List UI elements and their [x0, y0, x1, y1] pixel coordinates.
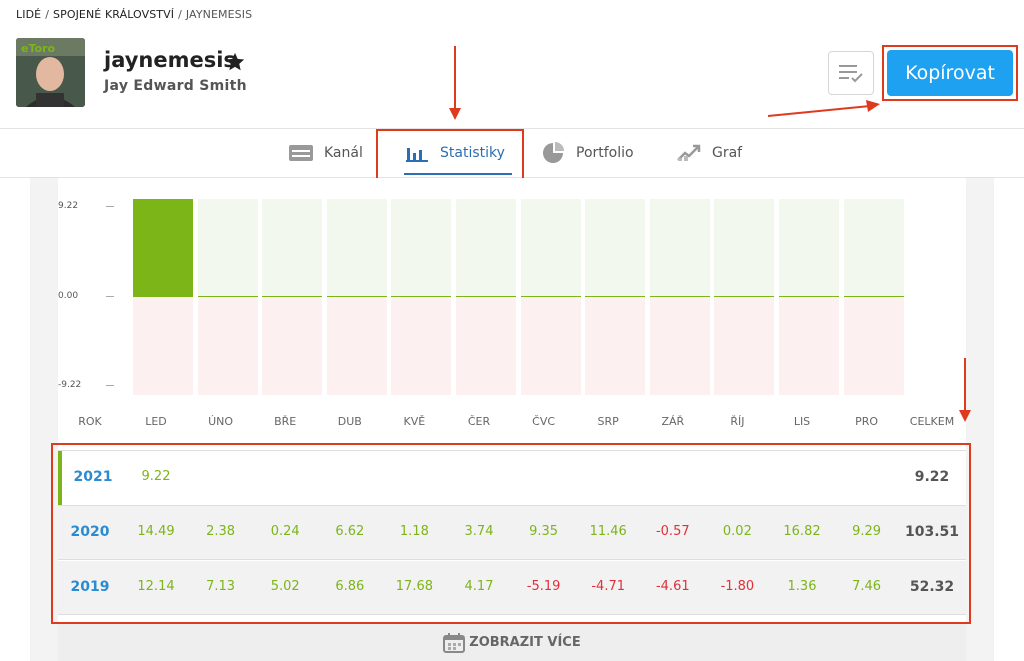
- list-check-icon: [839, 65, 863, 83]
- full-name: Jay Edward Smith: [104, 78, 247, 94]
- chart-negative-background: [779, 297, 839, 395]
- watchlist-button[interactable]: [828, 51, 874, 95]
- chart-positive-background: [197, 199, 258, 297]
- trend-chart-icon: [676, 143, 702, 163]
- chart-negative-background: [326, 297, 387, 395]
- month-column-header: ÚNO: [208, 415, 234, 428]
- chart-bar[interactable]: [262, 296, 323, 297]
- y-tick: [106, 206, 114, 207]
- copy-button[interactable]: Kopírovat: [887, 50, 1013, 96]
- chart-positive-background: [649, 199, 710, 297]
- chart-negative-background: [391, 297, 452, 395]
- chart-bar[interactable]: [714, 296, 775, 297]
- chart-negative-background: [843, 297, 904, 395]
- month-column-header: KVĚ: [403, 415, 426, 428]
- show-more-button[interactable]: ZOBRAZIT VÍCE: [58, 624, 966, 661]
- chart-positive-background: [714, 199, 775, 297]
- month-column-header: ČER: [467, 415, 491, 428]
- tab-feed[interactable]: Kanál: [288, 129, 363, 177]
- y-tick: [106, 296, 114, 297]
- page: LIDÉ / SPOJENÉ KRÁLOVSTVÍ / JAYNEMESIS eToro…: [0, 0, 1024, 661]
- chart-bar[interactable]: [197, 296, 258, 297]
- month-column-header: BŘE: [274, 415, 297, 428]
- calendar-icon: [443, 632, 466, 653]
- chart-positive-background: [326, 199, 387, 297]
- chart-bar[interactable]: [585, 296, 646, 297]
- y-tick-label-zero: 0.00: [58, 291, 79, 301]
- chart-negative-background: [262, 297, 323, 395]
- breadcrumb-separator: /: [45, 8, 50, 21]
- chart-negative-background: [585, 297, 646, 395]
- chart-bar[interactable]: [391, 296, 452, 297]
- tab-chart[interactable]: Graf: [676, 129, 742, 177]
- month-column-header: ŘÍJ: [730, 415, 745, 428]
- month-column-header: DUB: [337, 415, 362, 428]
- chart-negative-background: [714, 297, 775, 395]
- chart-negative-background: [456, 297, 516, 395]
- annotation-arrow-down-tab: [449, 46, 461, 120]
- month-column-header: ZÁŘ: [661, 415, 685, 428]
- chart-negative-background: [133, 297, 193, 395]
- pie-chart-icon: [540, 142, 566, 163]
- chart-bar[interactable]: [456, 296, 516, 297]
- tab-label: Portfolio: [576, 145, 634, 161]
- chart-bar[interactable]: [779, 296, 839, 297]
- month-column-header: LED: [145, 415, 167, 428]
- chart-bar[interactable]: [520, 296, 581, 297]
- y-tick: [106, 385, 114, 386]
- avatar-badge: eToro: [21, 42, 55, 55]
- chart-bar[interactable]: [133, 199, 193, 297]
- month-column-header: PRO: [855, 415, 879, 428]
- avatar-image: eToro: [16, 38, 85, 107]
- tab-label: Graf: [712, 145, 743, 161]
- breadcrumb-country[interactable]: SPOJENÉ KRÁLOVSTVÍ: [53, 8, 174, 21]
- tab-label: Kanál: [324, 145, 363, 161]
- chart-positive-background: [585, 199, 646, 297]
- breadcrumb-people[interactable]: LIDÉ: [16, 8, 41, 21]
- star-icon[interactable]: [224, 51, 246, 73]
- chart-bar[interactable]: [326, 296, 387, 297]
- tab-portfolio[interactable]: Portfolio: [540, 129, 634, 177]
- chart-negative-background: [649, 297, 710, 395]
- avatar: eToro: [16, 38, 85, 107]
- breadcrumb-separator: /: [178, 8, 182, 21]
- show-more-label: ZOBRAZIT VÍCE: [469, 635, 581, 650]
- table-highlight: [51, 443, 971, 624]
- chart-positive-background: [262, 199, 323, 297]
- month-column-header: ČVC: [532, 415, 556, 428]
- y-tick-label-top: 9.22: [58, 201, 79, 211]
- y-tick-label-bottom: -9.22: [58, 380, 82, 390]
- breadcrumb: LIDÉ / SPOJENÉ KRÁLOVSTVÍ / JAYNEMESIS: [16, 8, 252, 21]
- chart-bar[interactable]: [649, 296, 710, 297]
- chart-negative-background: [197, 297, 258, 395]
- chart-bar[interactable]: [843, 296, 904, 297]
- chart-negative-background: [520, 297, 581, 395]
- chart-positive-background: [391, 199, 452, 297]
- tab-highlight: [376, 129, 524, 181]
- feed-icon: [288, 143, 314, 163]
- breadcrumb-current: JAYNEMESIS: [185, 8, 253, 21]
- chart-positive-background: [456, 199, 516, 297]
- month-column-header: LIS: [793, 415, 811, 428]
- total-column-header: CELKEM: [909, 415, 955, 428]
- username: jaynemesis: [104, 48, 236, 72]
- month-column-header: SRP: [597, 415, 619, 428]
- chart-positive-background: [520, 199, 581, 297]
- year-column-header: ROK: [78, 415, 102, 428]
- chart-positive-background: [843, 199, 904, 297]
- annotation-arrow-down-table: [959, 358, 971, 422]
- annotation-arrow-to-copy: [767, 100, 880, 117]
- chart-positive-background: [779, 199, 839, 297]
